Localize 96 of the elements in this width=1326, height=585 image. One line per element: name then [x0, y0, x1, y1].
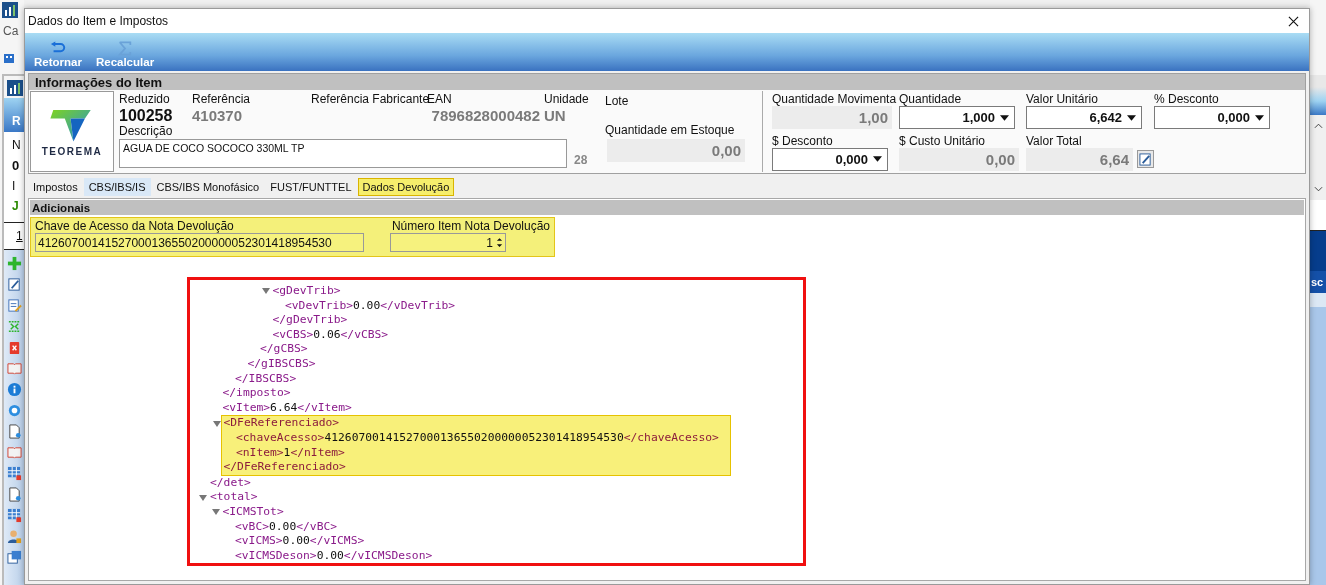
building-icon[interactable] [3, 52, 15, 64]
field-label: Descrição [119, 125, 174, 137]
xml-line: <total> [210, 490, 258, 505]
xml-line: <chaveAcesso>41260700141527000136550200000052301418954530</chaveAcesso> [236, 430, 719, 446]
field-value: 0 [12, 158, 21, 173]
field-label: Chave de Acesso da Nota Devolução [35, 219, 235, 233]
edit-button[interactable] [1137, 150, 1154, 168]
book-icon[interactable] [6, 445, 22, 460]
readonly-field: 0,00 [899, 147, 1019, 171]
field-label: Referência Fabricante [311, 92, 427, 106]
xml-line: <vICMS>0.00</vICMS> [235, 534, 365, 549]
xml-line: <vDevTrib>0.00</vDevTrib> [285, 298, 456, 314]
xml-line: </imposto> [222, 386, 291, 401]
field-label: I [12, 179, 17, 193]
document-icon[interactable] [6, 487, 22, 502]
sigma-icon [117, 41, 134, 56]
field-label: Quantidade em Estoque [605, 123, 736, 137]
status-text: J [12, 199, 20, 213]
xml-line: <vCBS>0.06</vCBS> [272, 327, 389, 343]
xml-line: </DFeReferenciado> [223, 460, 346, 475]
field-label: Referência [192, 92, 252, 106]
tab[interactable]: Dados Devolução [357, 178, 455, 196]
xml-line: <gDevTrib> [272, 284, 341, 299]
caret-icon [1255, 114, 1264, 121]
xml-line: <vItem>6.64</vItem> [222, 400, 352, 416]
document-icon[interactable] [6, 424, 22, 439]
expand-triangle-icon[interactable] [212, 419, 221, 428]
field-label: Quantidade Movimenta [772, 92, 898, 106]
xml-line: <nItem>1</nItem> [236, 445, 345, 461]
field-label: Reduzido [119, 92, 171, 106]
pencil-icon[interactable] [6, 277, 22, 292]
expand-triangle-icon[interactable] [199, 493, 207, 502]
column-header-text: sc [1310, 276, 1324, 288]
field-label: Valor Unitário [1026, 92, 1099, 106]
character-count: 28 [574, 152, 588, 167]
readonly-field: 0,00 [607, 139, 745, 162]
field-label: N [12, 138, 22, 152]
window-title: Dados do Item e Impostos [28, 14, 169, 28]
field-value: 410370 [192, 107, 244, 125]
header-text: R [12, 114, 21, 128]
xml-line: <vBC>0.00</vBC> [235, 519, 338, 535]
readonly-field: 6,64 [1026, 147, 1133, 171]
xml-line: </det> [210, 475, 251, 491]
scroll-down-icon[interactable] [1313, 186, 1323, 192]
xml-line: <ICMSTot> [222, 504, 284, 520]
xml-line: </gDevTrib> [272, 313, 348, 328]
title-bar [1310, 231, 1326, 271]
dropdown-field[interactable]: 6,642 [1026, 106, 1142, 129]
caret-icon [1000, 114, 1009, 121]
pencil-icon [1139, 152, 1152, 166]
dropdown-field[interactable]: 1,000 [899, 106, 1015, 129]
tab[interactable]: CBS/IBS/IS [83, 178, 151, 196]
panel-title: Informações do Item [35, 74, 163, 90]
spinner-icon[interactable] [495, 236, 503, 249]
field-label: Unidade [544, 92, 590, 106]
xml-line: </gIBSCBS> [247, 356, 316, 372]
field-label: Lote [605, 94, 630, 108]
info-icon[interactable] [6, 382, 22, 397]
windows-icon[interactable] [6, 550, 22, 565]
menu-text[interactable]: Ca [3, 24, 19, 38]
caret-icon [873, 156, 882, 162]
scroll-up-icon[interactable] [1313, 123, 1323, 129]
plus-icon[interactable] [6, 256, 22, 271]
xml-line: </gCBS> [260, 342, 308, 357]
dropdown-field[interactable]: 0,000 [772, 147, 888, 171]
section-title: Adicionais [32, 201, 91, 214]
logo-text: TEOREMA [41, 145, 103, 157]
xml-line: <DFeReferenciado> [223, 416, 340, 431]
field-label: EAN [427, 92, 453, 106]
field-value: 100258 [119, 107, 174, 125]
grid-icon[interactable] [6, 508, 22, 523]
close-icon[interactable] [1288, 15, 1299, 27]
access-key-field[interactable]: 41260700141527000136550200000052301418954530 [35, 233, 364, 252]
expand-triangle-icon[interactable] [211, 508, 220, 517]
window-header [1310, 75, 1326, 115]
readonly-field: 1,00 [772, 106, 892, 129]
tab[interactable]: 1 [16, 229, 23, 243]
field-label: $ Custo Unitário [899, 133, 987, 148]
field-value: 7896828000482 [430, 107, 541, 125]
expand-triangle-icon[interactable] [261, 287, 270, 296]
xml-line: </IBSCBS> [235, 371, 297, 387]
notepad-icon[interactable] [6, 298, 22, 313]
caret-icon [1127, 114, 1136, 121]
field-label: % Desconto [1154, 92, 1220, 106]
xml-line: <vICMSDeson>0.00</vICMSDeson> [235, 548, 433, 563]
field-label: Número Item Nota Devolução [391, 219, 550, 233]
book-icon[interactable] [6, 361, 22, 376]
description-field[interactable]: AGUA DE COCO SOCOCO 330ML TP [119, 139, 567, 168]
person-icon[interactable] [6, 529, 22, 544]
grid-icon[interactable] [6, 466, 22, 481]
field-label: $ Desconto [772, 133, 834, 148]
dropdown-field[interactable]: 0,000 [1154, 106, 1270, 129]
number-field[interactable]: 1 [389, 233, 506, 252]
field-label: Valor Total [1026, 133, 1083, 148]
field-value: UN [544, 107, 567, 125]
field-label: Quantidade [899, 92, 963, 106]
